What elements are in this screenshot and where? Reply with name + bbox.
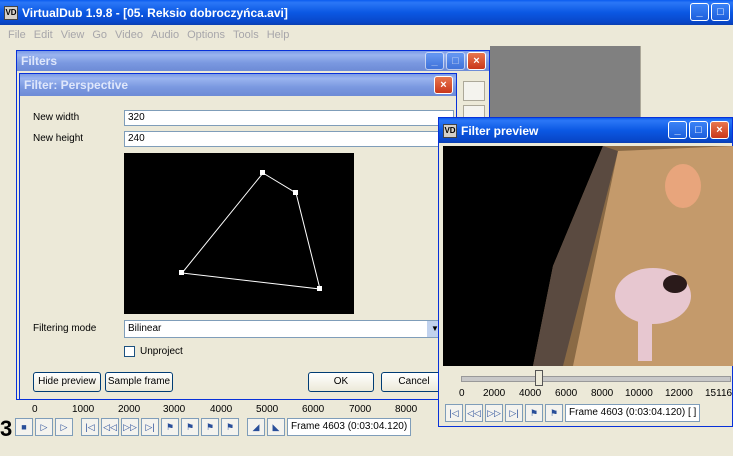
timeline-tick: 8000 (395, 404, 418, 415)
preview-tick: 0 (459, 388, 465, 399)
menu-options[interactable]: Options (183, 29, 229, 41)
go-start-icon[interactable]: |◁ (81, 418, 99, 436)
main-frame-indicator: Frame 4603 (0:03:04.120) (287, 418, 412, 436)
perspective-quad (179, 170, 322, 291)
prev-frame-icon[interactable]: ◁◁ (465, 404, 483, 422)
filtering-mode-value: Bilinear (128, 323, 162, 334)
next-frame-icon[interactable]: ▷▷ (121, 418, 139, 436)
ok-button[interactable]: OK (308, 372, 374, 392)
preview-tick: 2000 (483, 388, 506, 399)
go-start-icon[interactable]: |◁ (445, 404, 463, 422)
next-key-icon[interactable]: ⚑ (181, 418, 199, 436)
menu-audio[interactable]: Audio (147, 29, 183, 41)
mark-in-icon[interactable]: ◢ (247, 418, 265, 436)
preview-playback-toolbar: |◁ ◁◁ ▷▷ ▷| ⚑ ⚑ Frame 4603 (0:03:04.120)… (445, 404, 701, 422)
menu-view[interactable]: View (57, 29, 89, 41)
menu-go[interactable]: Go (88, 29, 111, 41)
filters-minimize-button[interactable]: _ (425, 52, 444, 70)
hide-preview-button[interactable]: Hide preview (33, 372, 101, 392)
filtering-mode-select[interactable]: Bilinear ▼ (124, 320, 444, 338)
timeline-tick: 6000 (302, 404, 325, 415)
preview-tick: 10000 (625, 388, 653, 399)
perspective-close-button[interactable]: × (434, 76, 453, 94)
timeline-tick: 2000 (118, 404, 141, 415)
main-window-title: VirtualDub 1.9.8 - [05. Reksio dobroczyń… (22, 5, 288, 20)
perspective-dialog: Filter: Perspective × New width 320 New … (19, 73, 457, 400)
preview-maximize-button[interactable]: □ (689, 121, 708, 139)
timeline-tick: 7000 (349, 404, 372, 415)
preview-tick: 4000 (519, 388, 542, 399)
virtualdub-app-icon: VD (443, 123, 457, 138)
main-titlebar[interactable]: VD VirtualDub 1.9.8 - [05. Reksio dobroc… (0, 0, 733, 25)
timeline-tick: 5000 (256, 404, 279, 415)
menu-tools[interactable]: Tools (229, 29, 263, 41)
menu-help[interactable]: Help (263, 29, 294, 41)
timeline-tick: 1000 (72, 404, 95, 415)
prev-key-icon[interactable]: ⚑ (525, 404, 543, 422)
filtering-mode-label: Filtering mode (33, 323, 97, 334)
play-input-icon[interactable]: ▷ (35, 418, 53, 436)
next-frame-icon[interactable]: ▷▷ (485, 404, 503, 422)
filters-side-button[interactable] (463, 81, 485, 101)
preview-titlebar[interactable]: VD Filter preview _ □ × (439, 118, 732, 143)
checkbox-box[interactable] (124, 346, 135, 357)
next-scene-icon[interactable]: ⚑ (221, 418, 239, 436)
stop-icon[interactable]: ■ (15, 418, 33, 436)
new-width-label: New width (33, 112, 80, 123)
filters-close-button[interactable]: × (467, 52, 486, 70)
sample-frame-button[interactable]: Sample frame (105, 372, 173, 392)
minimize-button[interactable]: _ (690, 3, 709, 21)
timeline-tick: 0 (32, 404, 38, 415)
preview-tick: 12000 (665, 388, 693, 399)
menu-file[interactable]: File (4, 29, 30, 41)
preview-tick: 6000 (555, 388, 578, 399)
unproject-label: Unproject (140, 346, 183, 357)
go-end-icon[interactable]: ▷| (505, 404, 523, 422)
perspective-canvas[interactable] (124, 153, 354, 314)
preview-tick: 8000 (591, 388, 614, 399)
main-playback-toolbar: ■ ▷ ▷ |◁ ◁◁ ▷▷ ▷| ⚑ ⚑ ⚑ ⚑ ◢ ◣ Frame 4603… (5, 418, 412, 436)
menu-bar: File Edit View Go Video Audio Options To… (0, 25, 733, 44)
next-key-icon[interactable]: ⚑ (545, 404, 563, 422)
filters-window-title: Filters (21, 54, 58, 68)
new-height-input[interactable]: 240 (124, 131, 454, 147)
preview-close-button[interactable]: × (710, 121, 729, 139)
menu-edit[interactable]: Edit (30, 29, 57, 41)
timeline-tick: 3000 (163, 404, 186, 415)
warped-frame-image (533, 146, 733, 366)
preview-window-title: Filter preview (461, 123, 539, 138)
filters-titlebar[interactable]: Filters _ □ × (17, 51, 489, 71)
input-video-pane (490, 46, 640, 126)
new-width-input[interactable]: 320 (124, 110, 454, 126)
filters-maximize-button[interactable]: □ (446, 52, 465, 70)
play-output-icon[interactable]: ▷ (55, 418, 73, 436)
preview-frame-indicator: Frame 4603 (0:03:04.120) [ ] (565, 404, 701, 422)
timeline-tick: 4000 (210, 404, 233, 415)
perspective-dialog-title: Filter: Perspective (24, 78, 129, 92)
filter-preview-window: VD Filter preview _ □ × 0 2000 4000 6000… (438, 117, 733, 427)
new-height-label: New height (33, 133, 84, 144)
maximize-button[interactable]: □ (711, 3, 730, 21)
preview-timeline-ticks: 0 2000 4000 6000 8000 10000 12000 15116 (457, 388, 732, 400)
corner-handle[interactable] (260, 170, 265, 175)
cartoon-figure (665, 164, 701, 208)
corner-handle[interactable] (293, 190, 298, 195)
mark-out-icon[interactable]: ◣ (267, 418, 285, 436)
prev-frame-icon[interactable]: ◁◁ (101, 418, 119, 436)
preview-slider-thumb[interactable] (535, 370, 543, 386)
go-end-icon[interactable]: ▷| (141, 418, 159, 436)
preview-position-slider[interactable] (461, 376, 731, 382)
main-timeline-ticks: 0 1000 2000 3000 4000 5000 6000 7000 800… (20, 404, 440, 416)
corner-handle[interactable] (317, 286, 322, 291)
corner-handle[interactable] (179, 270, 184, 275)
menu-video[interactable]: Video (111, 29, 147, 41)
preview-tick: 15116 (705, 388, 733, 399)
perspective-titlebar[interactable]: Filter: Perspective × (20, 74, 456, 96)
preview-minimize-button[interactable]: _ (668, 121, 687, 139)
prev-key-icon[interactable]: ⚑ (161, 418, 179, 436)
prev-scene-icon[interactable]: ⚑ (201, 418, 219, 436)
unproject-checkbox[interactable]: Unproject (124, 346, 183, 357)
preview-video-frame (443, 146, 733, 366)
virtualdub-app-icon: VD (4, 5, 18, 20)
